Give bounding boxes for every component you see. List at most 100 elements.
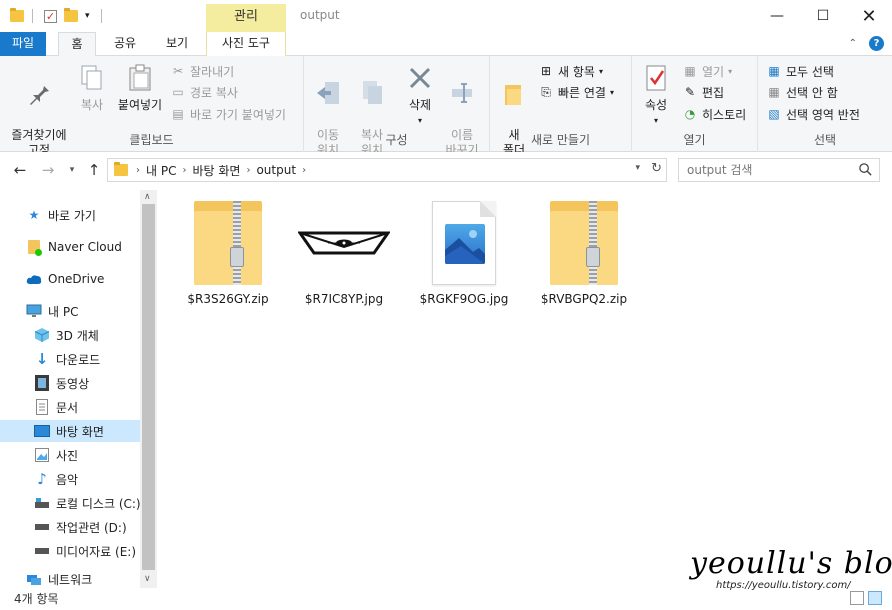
nav-scrollbar[interactable]: ∧ ∨ [140,190,157,588]
details-view-icon[interactable] [850,591,864,605]
nav-item-this-pc[interactable]: 내 PC [0,300,140,322]
recent-locations-icon[interactable]: ▾ [62,160,82,180]
paste-shortcut-button[interactable]: ▤ 바로 가기 붙여넣기 [170,104,286,124]
item-count: 4개 항목 [14,592,59,606]
paste-icon [125,62,155,94]
chevron-up-icon[interactable]: ⌃ [849,38,857,49]
new-folder-quick-icon[interactable] [64,7,78,25]
copy-path-button[interactable]: ▭ 경로 복사 [170,82,238,102]
properties-check-icon [641,62,671,94]
easy-access-button[interactable]: ⎘ 빠른 연결 ▾ [538,82,614,102]
select-all-button[interactable]: ▦ 모두 선택 [766,61,834,81]
scroll-thumb[interactable] [142,204,155,570]
chevron-right-icon[interactable]: › [182,165,186,176]
breadcrumb-desktop[interactable]: 바탕 화면 [192,162,240,179]
copy-button[interactable]: 복사 [74,62,110,113]
paste-shortcut-icon: ▤ [172,107,184,121]
help-icon[interactable]: ? [869,36,884,51]
nav-item-pictures[interactable]: 사진 [0,444,140,466]
file-item[interactable]: $RGKF9OG.jpg [414,198,514,306]
open-group-label: 열기 [683,133,706,147]
nav-item-naver-cloud[interactable]: Naver Cloud [0,236,140,258]
file-item[interactable]: $R3S26GY.zip [178,198,278,306]
file-item[interactable]: $RVBGPQ2.zip [534,198,634,306]
refresh-icon[interactable]: ↻ [651,161,662,176]
chevron-down-icon: ▾ [653,116,658,125]
nav-item-quick-access[interactable]: ★ 바로 가기 [0,204,140,226]
tab-home[interactable]: 홈 [58,32,96,57]
new-group-label: 새로 만들기 [530,133,590,147]
folder-icon [114,162,128,176]
delete-button[interactable]: 삭제 ▾ [402,62,438,128]
cut-button[interactable]: ✂ 잘라내기 [170,61,234,81]
select-none-button[interactable]: ▦ 선택 안 함 [766,82,837,102]
address-bar[interactable]: › 내 PC › 바탕 화면 › output › ▾ ↻ [107,158,667,182]
properties-quick-icon[interactable]: ✓ [44,7,57,25]
invert-selection-icon: ▧ [768,107,780,121]
organize-group-label: 구성 [385,133,408,147]
search-icon [859,163,872,176]
nav-item-network[interactable]: 네트워크 [0,568,140,588]
new-item-button[interactable]: ⊞ 새 항목 ▾ [538,61,603,81]
navigation-pane: ★ 바로 가기 Naver Cloud OneDrive 내 PC 3D 개체 … [0,190,157,588]
window-title: output [300,8,340,22]
large-icons-view-icon[interactable] [868,591,882,605]
up-arrow-icon[interactable]: ↑ [84,160,104,180]
minimize-button[interactable]: — [754,0,800,32]
back-arrow-icon[interactable]: ← [10,160,30,180]
nav-item-onedrive[interactable]: OneDrive [0,268,140,290]
tab-picture-tools[interactable]: 사진 도구 [206,32,286,56]
chevron-down-icon[interactable]: ▾ [635,163,640,173]
chevron-right-icon[interactable]: › [136,165,140,176]
forward-arrow-icon[interactable]: → [38,160,58,180]
edit-button[interactable]: ✎ 편집 [682,82,724,102]
tab-share[interactable]: 공유 [105,32,145,56]
download-icon: ↓ [35,350,49,368]
chevron-down-icon[interactable]: ∨ [144,574,151,584]
select-none-icon: ▦ [768,85,780,99]
tab-file[interactable]: 파일 [0,32,46,56]
tab-view[interactable]: 보기 [157,32,197,56]
invert-selection-button[interactable]: ▧ 선택 영역 반전 [766,104,860,124]
nav-item-drive-e[interactable]: 미디어자료 (E:) [0,540,140,562]
properties-button[interactable]: 속성 ▾ [638,62,674,128]
picture-icon [34,447,50,463]
search-input[interactable]: output 검색 [678,158,880,182]
chevron-down-icon: ▾ [609,87,614,97]
chevron-up-icon[interactable]: ∧ [144,192,151,202]
paste-button[interactable]: 붙여넣기 [114,62,166,113]
nav-item-drive-c[interactable]: 로컬 디스크 (C:) [0,492,141,514]
navigation-bar: ← → ▾ ↑ › 내 PC › 바탕 화면 › output › ▾ ↻ ou… [0,152,892,188]
organize-group: 이동 위치 복사 위치 삭제 ▾ 이름 바꾸기 구성 [304,56,490,157]
drive-icon [34,543,50,559]
chevron-right-icon[interactable]: › [246,165,250,176]
maximize-button[interactable]: ☐ [800,0,846,32]
open-group: 속성 ▾ ▦ 열기 ▾ ✎ 편집 ◔ 히스토리 열기 [632,56,758,152]
customize-toolbar-icon[interactable]: ▾ [85,7,90,25]
music-icon: ♪ [37,470,47,488]
history-icon: ◔ [684,107,696,121]
nav-item-documents[interactable]: 문서 [0,396,140,418]
file-name: $RGKF9OG.jpg [419,292,509,306]
nav-item-videos[interactable]: 동영상 [0,372,140,394]
ribbon: 즐겨찾기에 고정 복사 붙여넣기 ✂ 잘라내기 ▭ 경로 복사 ▤ 바로 가기 … [0,56,892,157]
breadcrumb-this-pc[interactable]: 내 PC [146,162,176,179]
file-item[interactable]: $R7IC8YP.jpg [294,198,394,306]
close-button[interactable]: ✕ [846,0,892,32]
nav-item-desktop[interactable]: 바탕 화면 [0,420,140,442]
network-icon [26,571,42,587]
breadcrumb-output[interactable]: output [256,163,296,177]
select-all-icon: ▦ [768,64,780,78]
chevron-right-icon[interactable]: › [302,165,306,176]
nav-item-3d-objects[interactable]: 3D 개체 [0,324,140,346]
nav-item-drive-d[interactable]: 작업관련 (D:) [0,516,140,538]
open-icon: ▦ [684,64,696,78]
manage-context-header: 관리 [206,4,286,32]
nav-item-music[interactable]: ♪ 음악 [0,468,140,490]
history-button[interactable]: ◔ 히스토리 [682,104,746,124]
pin-icon [24,77,54,109]
open-button[interactable]: ▦ 열기 ▾ [682,61,732,81]
new-item-icon: ⊞ [540,64,552,78]
nav-item-downloads[interactable]: ↓ 다운로드 [0,348,140,370]
folder-icon[interactable] [10,7,24,25]
